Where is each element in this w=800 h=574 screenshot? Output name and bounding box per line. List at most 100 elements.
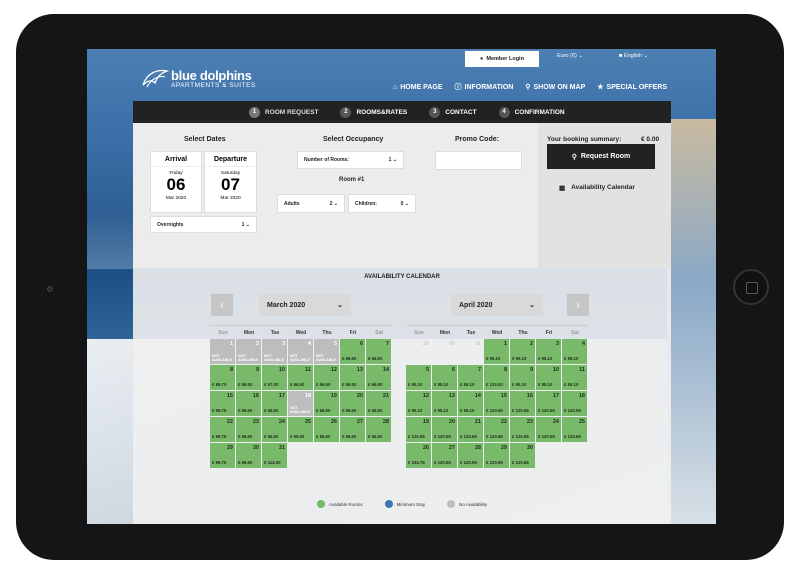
calendar-day[interactable]: 8 € 133.00 — [484, 365, 509, 390]
day-price: € 120.65 — [564, 434, 581, 439]
select-dates-title: Select Dates — [184, 136, 226, 143]
calendar-day[interactable]: 1 € 95.10 — [484, 339, 509, 364]
calendar-day[interactable]: 23 € 120.65 — [510, 417, 535, 442]
calendar-day[interactable]: 15 € 120.65 — [484, 391, 509, 416]
calendar-day[interactable]: 17 € 120.65 — [536, 391, 561, 416]
nav-offers[interactable]: ★ SPECIAL OFFERS — [597, 82, 667, 92]
nav-home[interactable]: ⌂ HOME PAGE — [393, 82, 443, 92]
currency-select[interactable]: Euro (€) ⌄ — [557, 53, 583, 59]
calendar-day[interactable]: 24 € 120.65 — [536, 417, 561, 442]
day-number: 24 — [278, 419, 285, 425]
calendar-day[interactable]: 23 € 66.50 — [236, 417, 261, 442]
day-price: € 120.65 — [460, 434, 477, 439]
day-number: 7 — [385, 341, 389, 347]
calendar-day[interactable]: 13 € 66.50 — [340, 365, 365, 390]
step-rooms-rates[interactable]: 2 ROOMS&RATES — [340, 106, 407, 118]
calendar-day[interactable]: 3 € 95.10 — [536, 339, 561, 364]
calendar-day[interactable]: 26 € 194.75 — [406, 443, 431, 468]
day-price: € 95.10 — [512, 356, 527, 361]
calendar-day[interactable]: 4 € 95.10 — [562, 339, 587, 364]
day-number: 25 — [578, 419, 585, 425]
nav-map[interactable]: ⚲ SHOW ON MAP — [525, 82, 585, 92]
calendar-day[interactable]: 10 € 57.00 — [262, 365, 287, 390]
home-button[interactable] — [733, 269, 769, 305]
member-login-button[interactable]: ● Member Login — [465, 51, 539, 67]
day-number: 29 — [226, 445, 233, 451]
request-room-button[interactable]: ⚲ Request Room — [547, 144, 655, 169]
chevron-down-icon: ⌄ — [578, 53, 584, 59]
calendar-day[interactable]: 6 € 66.50 — [340, 339, 365, 364]
calendar-day[interactable]: 29 € 99.75 — [210, 443, 235, 468]
calendar-day[interactable]: 21 € 66.50 — [366, 391, 391, 416]
calendar-day[interactable]: 14 € 95.10 — [458, 391, 483, 416]
step-contact[interactable]: 3 CONTACT — [429, 106, 477, 118]
calendar-day[interactable]: 21 € 120.65 — [458, 417, 483, 442]
calendar-day[interactable]: 16 € 120.65 — [510, 391, 535, 416]
calendar-day[interactable]: 29 € 120.65 — [484, 443, 509, 468]
calendar-day[interactable]: 5 € 95.10 — [406, 365, 431, 390]
calendar-day[interactable]: 24 € 66.50 — [262, 417, 287, 442]
day-number: 29 — [422, 341, 429, 347]
calendar-day[interactable]: 12 € 66.50 — [314, 365, 339, 390]
step-confirmation[interactable]: 4 CONFIRMATION — [498, 106, 565, 118]
day-price: € 95.10 — [460, 408, 475, 413]
calendar-day[interactable]: 20 € 120.65 — [432, 417, 457, 442]
map-pin-icon: ⚲ — [525, 84, 531, 91]
calendar-day[interactable]: 14 € 66.50 — [366, 365, 391, 390]
promo-code-input[interactable] — [435, 151, 522, 170]
adults-select[interactable]: Adults 2 ⌄ — [277, 194, 345, 213]
month-select-left[interactable]: March 2020 ⌄ — [259, 294, 351, 316]
calendar-day[interactable]: 13 € 95.10 — [432, 391, 457, 416]
calendar-day[interactable]: 19 € 120.65 — [406, 417, 431, 442]
calendar-day[interactable]: 11 € 95.10 — [562, 365, 587, 390]
prev-month-button[interactable]: ‹ — [211, 294, 233, 316]
day-price: € 66.50 — [368, 408, 383, 413]
calendar-day[interactable]: 6 € 95.10 — [432, 365, 457, 390]
calendar-day[interactable]: 9 € 95.10 — [510, 365, 535, 390]
calendar-day[interactable]: 9 € 66.50 — [236, 365, 261, 390]
calendar-day[interactable]: 22 € 99.75 — [210, 417, 235, 442]
day-price: € 95.10 — [564, 356, 579, 361]
weekday-label: Thu — [518, 330, 528, 336]
month-select-right[interactable]: April 2020 ⌄ — [451, 294, 543, 316]
calendar-day[interactable]: 7 € 95.10 — [458, 365, 483, 390]
calendar-day[interactable]: 2 € 95.10 — [510, 339, 535, 364]
calendar-day[interactable]: 30 € 120.65 — [510, 443, 535, 468]
calendar-day[interactable]: 16 € 66.50 — [236, 391, 261, 416]
calendar-day[interactable]: 12 € 95.10 — [406, 391, 431, 416]
arrival-date[interactable]: Arrival Friday 06 Mar 2020 — [150, 151, 202, 213]
calendar-day[interactable]: 7 € 66.50 — [366, 339, 391, 364]
calendar-day[interactable]: 26 € 66.50 — [314, 417, 339, 442]
calendar-day[interactable]: 8 € 99.75 — [210, 365, 235, 390]
calendar-day[interactable]: 27 € 120.65 — [432, 443, 457, 468]
calendar-day[interactable]: 20 € 66.50 — [340, 391, 365, 416]
calendar-day[interactable]: 18 € 120.65 — [562, 391, 587, 416]
day-number: 15 — [500, 393, 507, 399]
departure-date[interactable]: Departure Saturday 07 Mar 2020 — [204, 151, 257, 213]
calendar-day[interactable]: 25 € 120.65 — [562, 417, 587, 442]
language-select[interactable]: ■ English ⌄ — [619, 53, 648, 59]
rooms-select[interactable]: Number of Rooms: 1 ⌄ — [297, 151, 404, 169]
calendar-day: 29 — [406, 339, 431, 364]
availability-calendar-link[interactable]: ▦ Availability Calendar — [559, 184, 635, 192]
day-price: € 95.10 — [538, 382, 553, 387]
calendar-day[interactable]: 11 € 66.50 — [288, 365, 313, 390]
day-number: 2 — [255, 341, 259, 347]
calendar-day[interactable]: 15 € 99.75 — [210, 391, 235, 416]
children-select[interactable]: Children: 0 ⌄ — [348, 194, 416, 213]
next-month-button[interactable]: › — [567, 294, 589, 316]
calendar-day[interactable]: 31 € 114.00 — [262, 443, 287, 468]
nav-information[interactable]: ⓘ INFORMATION — [455, 82, 514, 92]
logo[interactable]: blue dolphins APARTMENTS & SUITES — [141, 69, 256, 89]
calendar-day[interactable]: 27 € 66.50 — [340, 417, 365, 442]
calendar-day[interactable]: 19 € 66.50 — [314, 391, 339, 416]
calendar-day[interactable]: 28 € 66.50 — [366, 417, 391, 442]
calendar-day[interactable]: 17 € 66.50 — [262, 391, 287, 416]
overnights-select[interactable]: Overnights 1 ⌄ — [150, 216, 257, 233]
calendar-day[interactable]: 22 € 120.65 — [484, 417, 509, 442]
calendar-day[interactable]: 10 € 95.10 — [536, 365, 561, 390]
calendar-day[interactable]: 25 € 66.50 — [288, 417, 313, 442]
calendar-day[interactable]: 28 € 120.65 — [458, 443, 483, 468]
calendar-day[interactable]: 30 € 66.50 — [236, 443, 261, 468]
step-room-request[interactable]: 1 ROOM REQUEST — [249, 106, 318, 118]
